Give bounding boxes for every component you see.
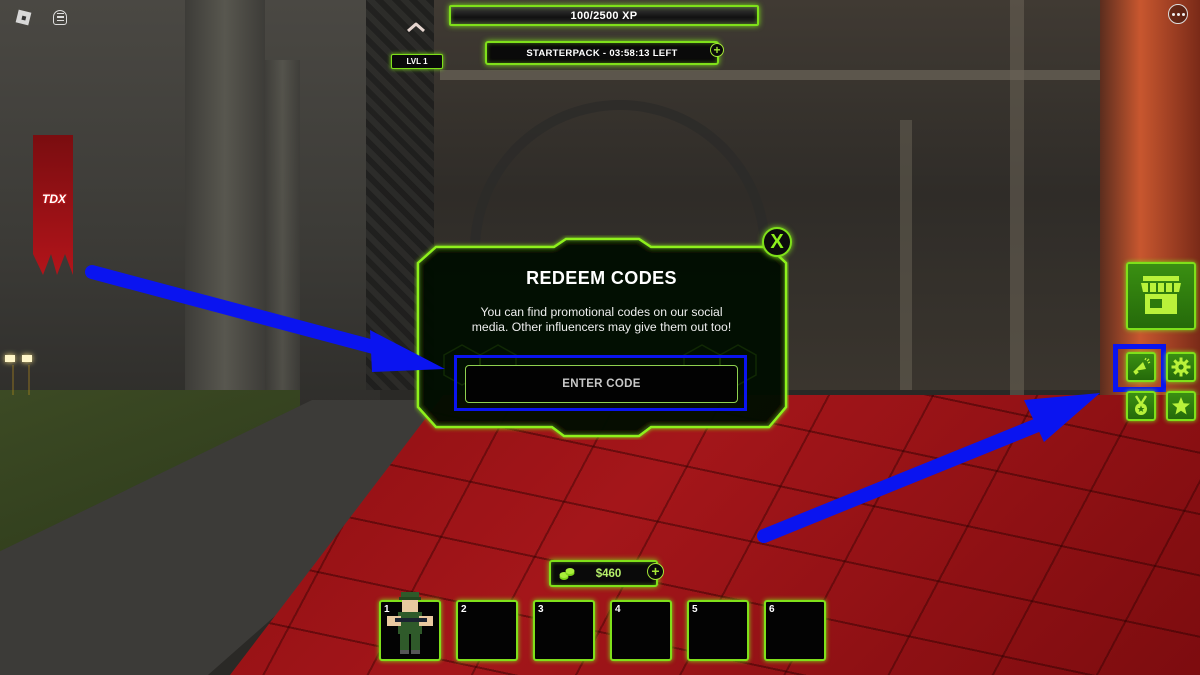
modal-description: You can find promotional codes on our so… — [471, 305, 732, 334]
plus-icon: + — [713, 43, 721, 57]
close-modal-button[interactable]: X — [762, 227, 792, 257]
chat-icon — [53, 9, 67, 25]
chat-button[interactable] — [49, 6, 71, 28]
hotbar-slot-4[interactable]: 4 — [610, 600, 672, 661]
hotbar-slot-2[interactable]: 2 — [456, 600, 518, 661]
xp-bar: 100/2500 XP — [449, 5, 759, 26]
achievements-button[interactable] — [1126, 391, 1156, 421]
slot-number: 5 — [692, 604, 698, 615]
level-label: LVL 1 — [406, 57, 428, 66]
chevron-up-icon[interactable] — [405, 20, 427, 34]
banner-logo: TDX — [42, 192, 66, 206]
support-beam — [1010, 0, 1024, 400]
gear-icon — [1171, 357, 1191, 377]
favorites-button[interactable] — [1166, 391, 1196, 421]
starterpack-timer-banner[interactable]: STARTERPACK - 03:58:13 LEFT — [485, 41, 719, 65]
slot-number: 4 — [615, 604, 621, 615]
plus-icon: + — [651, 563, 660, 579]
more-options-button[interactable] — [1168, 4, 1188, 24]
floodlight-stand — [12, 365, 30, 395]
buy-money-button[interactable]: + — [647, 563, 664, 580]
starterpack-plus-button[interactable]: + — [710, 43, 724, 57]
hotbar-slot-3[interactable]: 3 — [533, 600, 595, 661]
star-icon — [1172, 397, 1190, 415]
floodlight — [22, 355, 32, 362]
slot-number: 6 — [769, 604, 775, 615]
modal-title: REDEEM CODES — [526, 268, 677, 288]
hotbar-slot-5[interactable]: 5 — [687, 600, 749, 661]
roblox-logo-icon — [15, 9, 31, 25]
hotbar-slot-1[interactable]: 1 — [379, 592, 441, 661]
slot-number: 1 — [384, 604, 390, 615]
roof-beam — [440, 70, 1100, 80]
more-options-icon — [1171, 12, 1175, 16]
shop-button[interactable] — [1126, 262, 1196, 330]
hotbar-slot-6[interactable]: 6 — [764, 600, 826, 661]
pillar — [185, 0, 265, 400]
shop-icon — [1141, 276, 1181, 314]
money-display: $460 — [549, 560, 658, 587]
redeem-codes-modal: REDEEM CODES You can find promotional co… — [414, 235, 789, 440]
soldier-unit-icon — [387, 592, 433, 654]
medal-icon — [1134, 395, 1148, 415]
starterpack-timer-text: STARTERPACK - 03:58:13 LEFT — [526, 47, 678, 59]
money-amount: $460 — [595, 567, 622, 580]
coins-icon — [559, 567, 575, 580]
code-input[interactable] — [465, 365, 738, 403]
slot-number: 3 — [538, 604, 544, 615]
roblox-menu-button[interactable] — [12, 6, 34, 28]
settings-button[interactable] — [1166, 352, 1196, 382]
close-icon: X — [770, 231, 784, 253]
floodlight — [5, 355, 15, 362]
xp-text: 100/2500 XP — [570, 9, 638, 22]
slot-number: 2 — [461, 604, 467, 615]
annotation-highlight-box — [1113, 344, 1166, 392]
support-beam — [900, 120, 912, 390]
level-badge: LVL 1 — [391, 54, 443, 69]
pillar — [265, 60, 300, 405]
